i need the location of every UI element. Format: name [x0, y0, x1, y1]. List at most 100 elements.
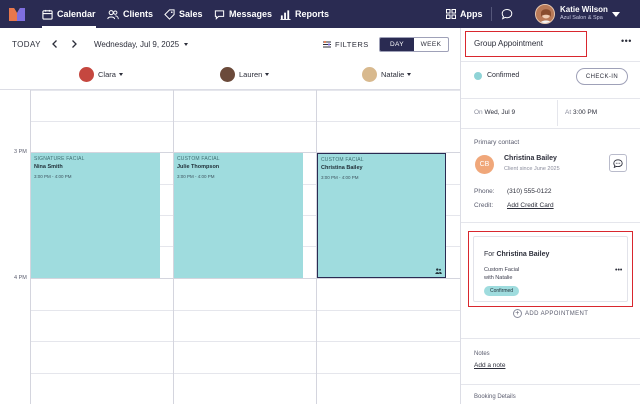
- user-business: Azul Salon & Spa: [560, 15, 603, 21]
- phone-label: Phone:: [474, 188, 495, 195]
- group-icon: [435, 268, 442, 274]
- add-credit-card-link[interactable]: Add Credit Card: [507, 202, 554, 209]
- status-dot-icon: [474, 72, 482, 80]
- filters-label: FILTERS: [335, 40, 369, 49]
- grid-icon: [446, 9, 456, 19]
- appointment-service: SIGNATURE FACIAL: [34, 156, 85, 162]
- people-icon: [107, 9, 119, 19]
- appointment-time[interactable]: At 3:00 PM: [565, 109, 597, 116]
- grid-line: [30, 373, 460, 374]
- more-options-icon[interactable]: •••: [621, 36, 632, 46]
- grid-line: [30, 278, 460, 279]
- notes-label: Notes: [474, 351, 490, 357]
- nav-clients[interactable]: Clients: [107, 0, 153, 28]
- nav-clients-label: Clients: [123, 9, 154, 19]
- nav-messages[interactable]: Messages: [214, 0, 272, 28]
- contact-avatar[interactable]: CB: [475, 155, 494, 174]
- view-toggle: DAY WEEK: [379, 37, 449, 52]
- panel-title: Group Appointment: [474, 39, 543, 48]
- user-name[interactable]: Katie Wilson: [560, 5, 608, 14]
- credit-label: Credit:: [474, 202, 494, 209]
- nav-apps[interactable]: Apps: [446, 0, 483, 28]
- staff-header: Clara Lauren Natalie: [0, 62, 460, 90]
- more-options-icon[interactable]: •••: [615, 267, 622, 274]
- staff-name: Lauren: [239, 70, 263, 79]
- service-card-title: For Christina Bailey: [484, 251, 549, 258]
- appointment-time: 3:00 PM - 4:00 PM: [177, 174, 215, 179]
- nav-sales[interactable]: Sales: [164, 0, 203, 28]
- nav-chat-button[interactable]: [501, 0, 517, 28]
- message-client-button[interactable]: [609, 154, 627, 172]
- staff-lauren[interactable]: Lauren: [220, 67, 270, 82]
- calendar-toolbar: TODAY Wednesday, Jul 9, 2025 FILTERS DAY…: [0, 28, 460, 62]
- appointment-time: 3:00 PM - 4:00 PM: [321, 175, 359, 180]
- appointment-service: CUSTOM FACIAL: [177, 156, 220, 162]
- date-picker[interactable]: Wednesday, Jul 9, 2025: [94, 40, 189, 49]
- appointment-client: Nina Smith: [34, 164, 63, 170]
- appointment-client: Julie Thompson: [177, 164, 220, 170]
- speech-bubble-icon: [501, 8, 513, 20]
- caret-down-icon: [184, 43, 189, 47]
- divider: [461, 98, 640, 99]
- nav-reports-label: Reports: [295, 9, 330, 19]
- appointment-client: Christina Bailey: [321, 165, 363, 171]
- status-badge: Confirmed: [484, 286, 520, 296]
- time-label: 4 PM: [14, 275, 27, 281]
- staff-name: Clara: [98, 70, 116, 79]
- appointment-card-selected[interactable]: CUSTOM FACIAL Christina Bailey 3:00 PM -…: [317, 153, 446, 278]
- appointment-service: CUSTOM FACIAL: [321, 157, 364, 163]
- bar-chart-icon: [280, 9, 291, 20]
- grid-line: [30, 341, 460, 342]
- nav-calendar[interactable]: Calendar: [42, 0, 96, 28]
- user-menu-caret-icon[interactable]: [612, 12, 620, 17]
- service-name: Custom Facial: [484, 267, 520, 273]
- today-button[interactable]: TODAY: [12, 40, 41, 49]
- time-label: 3 PM: [14, 149, 27, 155]
- staff-clara[interactable]: Clara: [79, 67, 123, 82]
- grid-line: [30, 90, 460, 91]
- for-client-name: Christina Bailey: [496, 251, 550, 258]
- nav-messages-label: Messages: [229, 9, 273, 19]
- primary-contact-label: Primary contact: [474, 139, 520, 146]
- service-card[interactable]: For Christina Bailey Custom Facial with …: [473, 236, 628, 302]
- booking-details-label: Booking Details: [474, 394, 516, 400]
- staff-avatar: [362, 67, 377, 82]
- divider: [461, 222, 640, 223]
- nav-apps-label: Apps: [460, 9, 483, 19]
- logo-icon[interactable]: [8, 6, 26, 22]
- staff-avatar: [79, 67, 94, 82]
- at-label: At: [565, 109, 572, 116]
- appointment-panel: Group Appointment ••• Confirmed CHECK-IN…: [460, 28, 640, 404]
- on-label: On: [474, 109, 483, 116]
- chat-icon: [613, 158, 623, 168]
- divider: [461, 384, 640, 385]
- filters-button[interactable]: FILTERS: [322, 40, 369, 49]
- nav-reports[interactable]: Reports: [280, 0, 329, 28]
- phone-value[interactable]: (310) 555-0122: [507, 188, 551, 195]
- staff-name: Natalie: [381, 70, 405, 79]
- calendar-icon: [42, 9, 53, 20]
- contact-name[interactable]: Christina Bailey: [504, 155, 557, 162]
- add-note-link[interactable]: Add a note: [474, 362, 505, 369]
- user-avatar[interactable]: [535, 4, 555, 24]
- service-card-highlight: For Christina Bailey Custom Facial with …: [468, 231, 633, 307]
- appointment-card[interactable]: SIGNATURE FACIAL Nina Smith 3:00 PM - 4:…: [31, 153, 160, 278]
- date-label: Wednesday, Jul 9, 2025: [94, 40, 180, 49]
- view-week-button[interactable]: WEEK: [414, 38, 448, 51]
- time-value: 3:00 PM: [572, 109, 598, 116]
- appointment-date[interactable]: On Wed, Jul 9: [474, 109, 515, 116]
- status-label[interactable]: Confirmed: [487, 72, 519, 79]
- top-nav: Calendar Clients Sales Messages Reports …: [0, 0, 640, 28]
- staff-natalie[interactable]: Natalie: [362, 67, 412, 82]
- appointment-card[interactable]: CUSTOM FACIAL Julie Thompson 3:00 PM - 4…: [174, 153, 303, 278]
- date-value: Wed, Jul 9: [484, 109, 516, 116]
- caret-down-icon: [265, 73, 270, 76]
- chevron-right-icon[interactable]: [69, 39, 79, 49]
- grid-line: [30, 310, 460, 311]
- for-prefix: For: [484, 251, 495, 258]
- calendar-grid[interactable]: 3 PM 4 PM SIGNATURE FACIAL Nina Smith 3:…: [0, 90, 460, 404]
- add-appointment-button[interactable]: + ADD APPOINTMENT: [513, 309, 588, 318]
- check-in-button[interactable]: CHECK-IN: [576, 68, 628, 85]
- chevron-left-icon[interactable]: [50, 39, 60, 49]
- view-day-button[interactable]: DAY: [380, 38, 414, 51]
